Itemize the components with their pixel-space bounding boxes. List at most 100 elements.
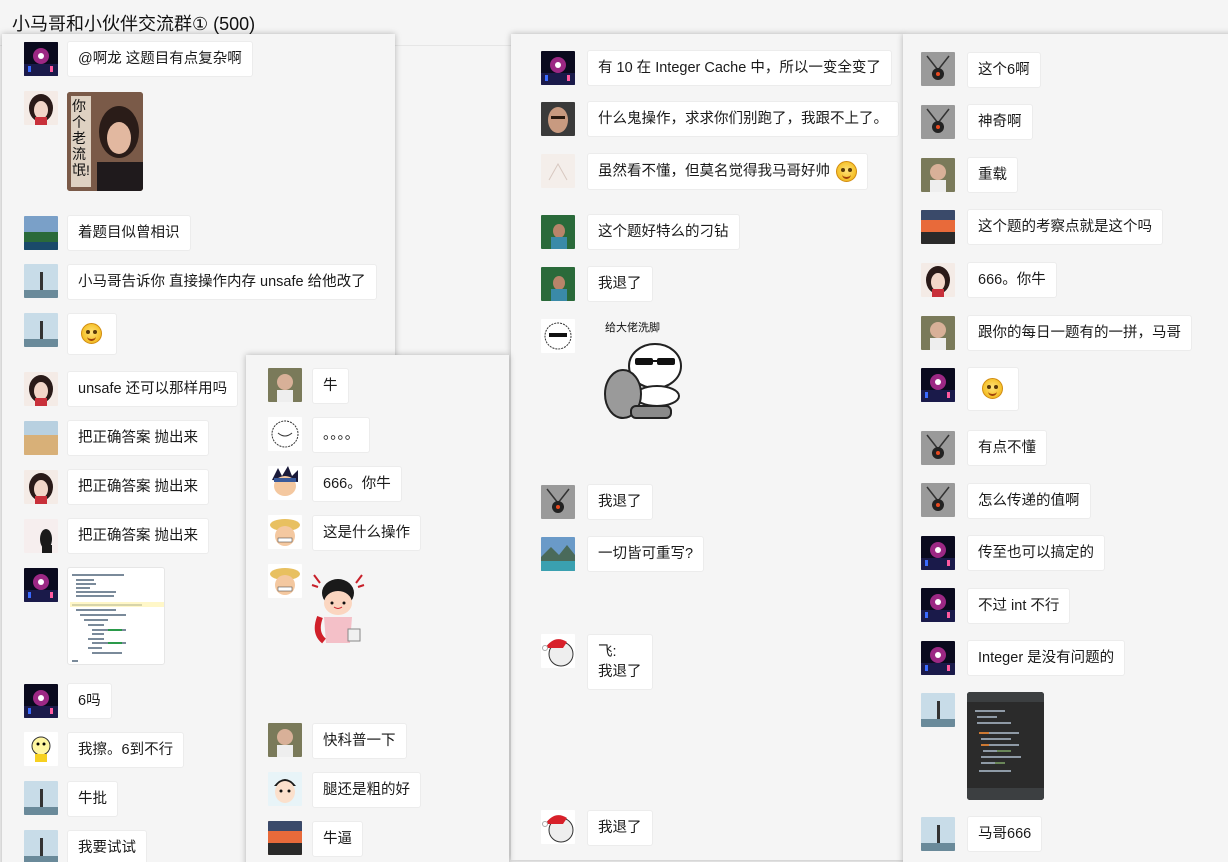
avatar-lake[interactable] [541,537,575,571]
avatar-lighthouse[interactable] [24,313,58,347]
avatar-city-night[interactable] [24,42,58,76]
avatar-kid[interactable] [268,723,302,757]
avatar-silhouette[interactable] [24,519,58,553]
message-bubble[interactable]: 快科普一下 [312,723,407,759]
message-bubble[interactable]: 马哥666 [967,816,1043,852]
message-bubble[interactable]: 这个题好特么的刁钻 [587,214,740,250]
avatar-lighthouse[interactable] [24,264,58,298]
message-bubble[interactable]: 666。你牛 [312,466,402,502]
avatar-santa-hat[interactable] [541,634,575,668]
avatar-kid[interactable] [921,316,955,350]
group-title: 小马哥和小伙伴交流群① (500) [12,14,256,34]
message-bubble[interactable]: 神奇啊 [967,104,1033,140]
message-bubble[interactable]: 一切皆可重写? [587,536,705,572]
message-bubble[interactable]: 把正确答案 抛出来 [67,420,210,456]
message-bubble[interactable]: 着题目似曾相识 [67,215,191,251]
avatar-sunset[interactable] [921,210,955,244]
avatar-city-night[interactable] [541,51,575,85]
avatar-man-green[interactable] [541,215,575,249]
message-bubble[interactable]: 跟你的每日一题有的一拼，马哥 [967,315,1192,351]
avatar-anime-ninja[interactable] [268,466,302,500]
message-bubble[interactable]: 不过 int 不行 [967,588,1071,624]
avatar-lamp[interactable] [921,52,955,86]
avatar-girl[interactable] [24,372,58,406]
message-bubble[interactable]: 有点不懂 [967,430,1047,466]
message-text: 虽然看不懂，但莫名觉得我马哥好帅 [598,163,830,180]
avatar-beach[interactable] [24,421,58,455]
avatar-lighthouse[interactable] [24,781,58,815]
message-bubble[interactable]: 这是什么操作 [312,515,421,551]
message-bubble[interactable]: 这个6啊 [967,52,1041,88]
avatar-man-face[interactable] [541,102,575,136]
avatar-cartoon-boy[interactable] [268,772,302,806]
message-bubble[interactable]: 小马哥告诉你 直接操作内存 unsafe 给他改了 [67,264,377,300]
avatar-lamp[interactable] [921,105,955,139]
message-bubble[interactable]: 把正确答案 抛出来 [67,469,210,505]
avatar-lamp[interactable] [921,431,955,465]
message-bubble[interactable]: 重载 [967,157,1018,193]
message-bubble[interactable]: 。。。。 [312,417,371,453]
message-bubble[interactable]: 我擦。6到不行 [67,732,185,768]
message-bubble[interactable]: 我退了 [587,484,653,520]
avatar-city-night[interactable] [921,536,955,570]
avatar-cartoon-duck[interactable] [24,732,58,766]
avatar-sketch[interactable] [541,154,575,188]
avatar-girl[interactable] [24,470,58,504]
message-bubble[interactable]: unsafe 还可以那样用吗 [67,371,239,407]
message-bubble[interactable]: 飞: 我退了 [587,634,653,690]
message-bubble[interactable]: 6吗 [67,683,112,719]
dark-code-screenshot[interactable] [967,692,1044,800]
avatar-landscape[interactable] [24,216,58,250]
avatar-sunset[interactable] [268,821,302,855]
cartoon-girl-sticker[interactable] [310,573,368,653]
avatar-city-night[interactable] [921,588,955,622]
message-bubble[interactable]: 牛 [312,368,349,404]
message-bubble[interactable]: Integer 是没有问题的 [967,640,1126,676]
message-bubble[interactable]: 666。你牛 [967,262,1057,298]
sticker-caption: 给大佬洗脚 [605,321,660,334]
message-bubble[interactable]: 牛逼 [312,821,363,857]
message-bubble[interactable]: 虽然看不懂，但莫名觉得我马哥好帅 [587,153,869,190]
message-bubble[interactable]: 我要试试 [67,830,147,862]
avatar-city-night[interactable] [921,368,955,402]
message-bubble[interactable]: @啊龙 这题目有点复杂啊 [67,41,253,77]
avatar-lamp[interactable] [541,485,575,519]
chat-panel-3[interactable]: 有 10 在 Integer Cache 中，所以一变全变了 什么鬼操作，求求你… [511,34,904,860]
chat-panel-4[interactable]: 这个6啊 神奇啊 重载 这个题的考察点就是这个吗 666。你牛 跟你的每日一题有… [903,34,1228,862]
avatar-lighthouse[interactable] [24,830,58,862]
avatar-santa-hat[interactable] [541,810,575,844]
message-bubble[interactable] [967,367,1019,411]
avatar-lamp[interactable] [921,483,955,517]
code-screenshot[interactable] [67,567,165,665]
message-bubble[interactable] [67,313,117,355]
avatar-anime-pirate[interactable] [268,515,302,549]
avatar-anime-pirate[interactable] [268,564,302,598]
avatar-kid[interactable] [268,368,302,402]
message-text: 我退了 [598,664,642,680]
meme-photo[interactable]: 你个老流氓! [67,92,143,191]
avatar-lighthouse[interactable] [921,693,955,727]
message-bubble[interactable]: 怎么传递的值啊 [967,483,1091,519]
message-bubble[interactable]: 我退了 [587,810,653,846]
avatar-sketch-face[interactable] [268,417,302,451]
message-bubble[interactable]: 什么鬼操作，求求你们别跑了，我跟不上了。 [587,101,899,137]
message-bubble[interactable]: 这个题的考察点就是这个吗 [967,209,1163,245]
avatar-lighthouse[interactable] [921,817,955,851]
avatar-girl[interactable] [24,91,58,125]
message-bubble[interactable]: 传至也可以搞定的 [967,535,1105,571]
avatar-man-green[interactable] [541,267,575,301]
message-bubble[interactable]: 有 10 在 Integer Cache 中，所以一变全变了 [587,50,892,86]
avatar-city-night[interactable] [24,568,58,602]
chat-panel-2[interactable]: 牛 。。。。 666。你牛 这是什么操作 快科普一下 腿还是粗的好 牛逼 [246,355,509,862]
grinning-emoji-icon [836,161,858,182]
message-bubble[interactable]: 腿还是粗的好 [312,772,421,808]
message-bubble[interactable]: 牛批 [67,781,118,817]
sticker-boss-washing-feet[interactable]: 给大佬洗脚 [587,316,707,426]
message-bubble[interactable]: 把正确答案 抛出来 [67,518,210,554]
avatar-sketch-face[interactable] [541,319,575,353]
avatar-city-night[interactable] [921,641,955,675]
avatar-city-night[interactable] [24,684,58,718]
avatar-kid[interactable] [921,158,955,192]
message-bubble[interactable]: 我退了 [587,266,653,302]
avatar-girl[interactable] [921,263,955,297]
